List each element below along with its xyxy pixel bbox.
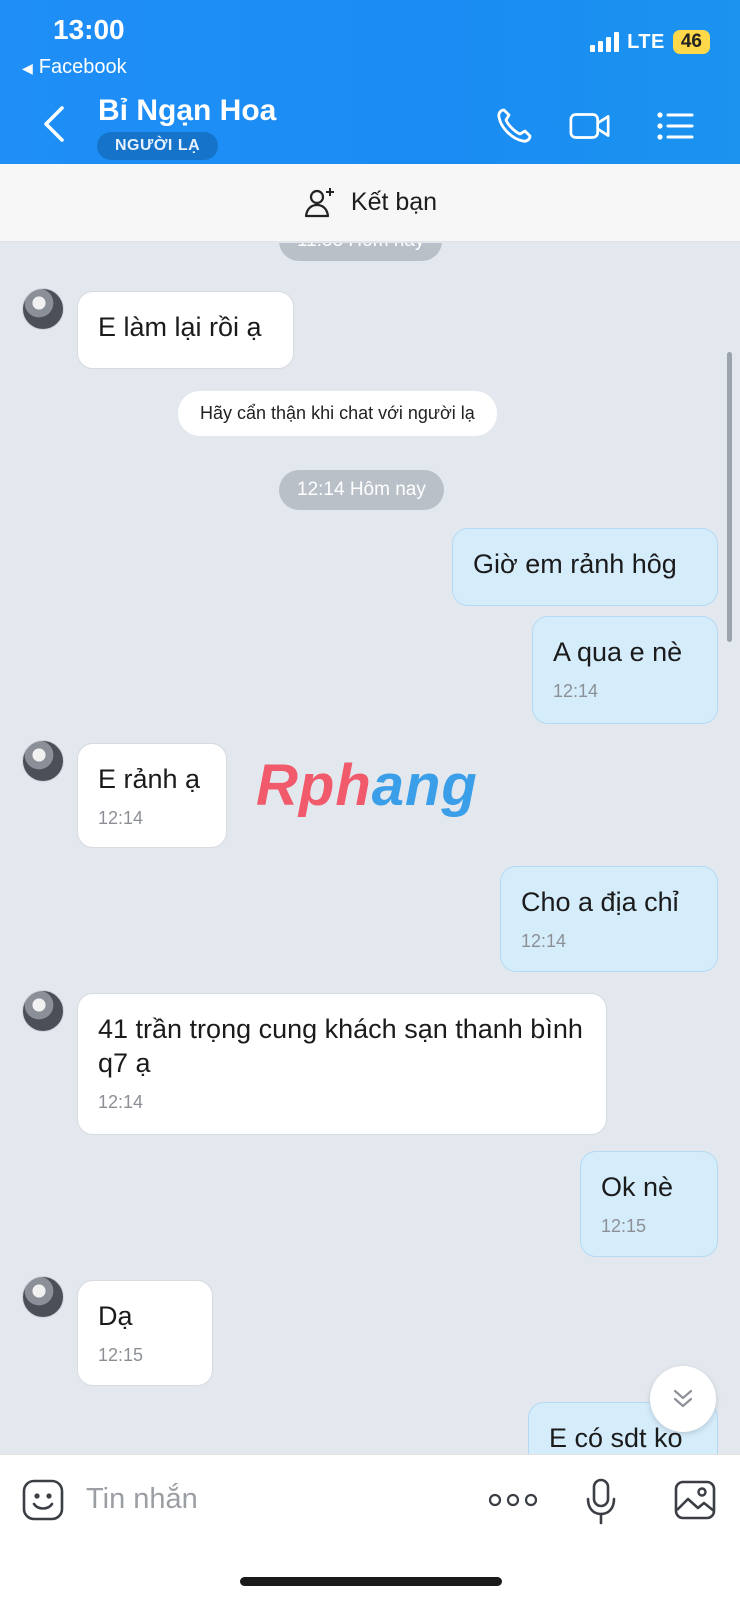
message-bubble-in[interactable]: Dạ 12:15 [77, 1280, 213, 1386]
status-indicators: LTE 46 [590, 30, 710, 54]
message-time: 12:14 [98, 808, 144, 828]
phone-icon[interactable] [492, 104, 536, 148]
message-bubble-out[interactable]: Cho a địa chỉ 12:14 [500, 866, 718, 972]
message-text: Cho a địa chỉ [521, 887, 679, 917]
back-chevron-icon[interactable] [38, 104, 70, 144]
home-indicator [240, 1577, 502, 1586]
message-text: 41 trần trọng cung khách sạn thanh bình … [98, 1014, 583, 1078]
message-bubble-out[interactable]: A qua e nè 12:14 [532, 616, 718, 724]
message-time: 12:14 [553, 681, 599, 701]
watermark-logo: Rphang [256, 752, 478, 819]
signal-icon [590, 32, 620, 52]
add-friend-icon [304, 187, 334, 217]
avatar[interactable] [22, 990, 64, 1032]
scroll-to-bottom-button[interactable] [650, 1366, 716, 1432]
sticker-icon[interactable] [20, 1477, 66, 1523]
message-text: Dạ [98, 1301, 133, 1331]
add-friend-label: Kết bạn [350, 188, 438, 216]
message-bubble-out[interactable]: Giờ em rảnh hôg [452, 528, 718, 606]
back-app-label: Facebook [38, 56, 127, 78]
message-text: Giờ em rảnh hôg [473, 549, 677, 579]
message-time: 12:14 [521, 931, 567, 951]
message-time: 12:14 [98, 1092, 144, 1112]
message-time: 12:15 [601, 1216, 647, 1236]
message-text: E làm lại rồi ạ [98, 312, 262, 342]
message-composer: Tin nhắn [0, 1454, 740, 1600]
message-input[interactable]: Tin nhắn [86, 1483, 198, 1516]
battery-level: 46 [672, 30, 710, 54]
video-call-icon[interactable] [568, 104, 612, 148]
back-to-app[interactable]: ◀ Facebook [22, 56, 127, 79]
network-label: LTE [627, 30, 665, 53]
double-chevron-down-icon [673, 1389, 693, 1408]
stranger-badge: NGƯỜI LẠ [97, 132, 219, 160]
image-gallery-icon[interactable] [672, 1477, 718, 1523]
more-options-icon[interactable] [488, 1493, 538, 1507]
message-text: A qua e nè [553, 637, 683, 667]
back-app-triangle-icon: ◀ [22, 60, 33, 76]
message-text: E rảnh ạ [98, 764, 201, 794]
avatar[interactable] [22, 740, 64, 782]
status-time: 13:00 [53, 14, 125, 45]
chat-header: 13:00 ◀ Facebook LTE 46 Bỉ Ngạn Hoa NGƯỜI… [0, 0, 740, 164]
message-bubble-in[interactable]: E rảnh ạ 12:14 [77, 743, 227, 848]
time-chip: 12:14 Hôm nay [279, 470, 444, 510]
microphone-icon[interactable] [584, 1477, 618, 1527]
avatar[interactable] [22, 1276, 64, 1318]
watermark-part1: Rph [256, 753, 372, 818]
contact-name[interactable]: Bỉ Ngạn Hoa [98, 94, 276, 128]
message-bubble-in[interactable]: E làm lại rồi ạ [77, 291, 294, 369]
scrollbar[interactable] [727, 352, 732, 642]
stranger-warning: Hãy cẩn thận khi chat với người lạ [178, 391, 497, 436]
menu-list-icon[interactable] [654, 104, 698, 148]
add-friend-bar[interactable]: Kết bạn [0, 164, 740, 242]
message-text: E có sdt ko [549, 1423, 683, 1453]
message-text: Ok nè [601, 1172, 674, 1202]
message-bubble-in[interactable]: 41 trần trọng cung khách sạn thanh bình … [77, 993, 607, 1135]
avatar[interactable] [22, 288, 64, 330]
watermark-part2: ang [371, 753, 478, 818]
message-time: 12:15 [98, 1345, 144, 1365]
message-bubble-out[interactable]: Ok nè 12:15 [580, 1151, 718, 1257]
